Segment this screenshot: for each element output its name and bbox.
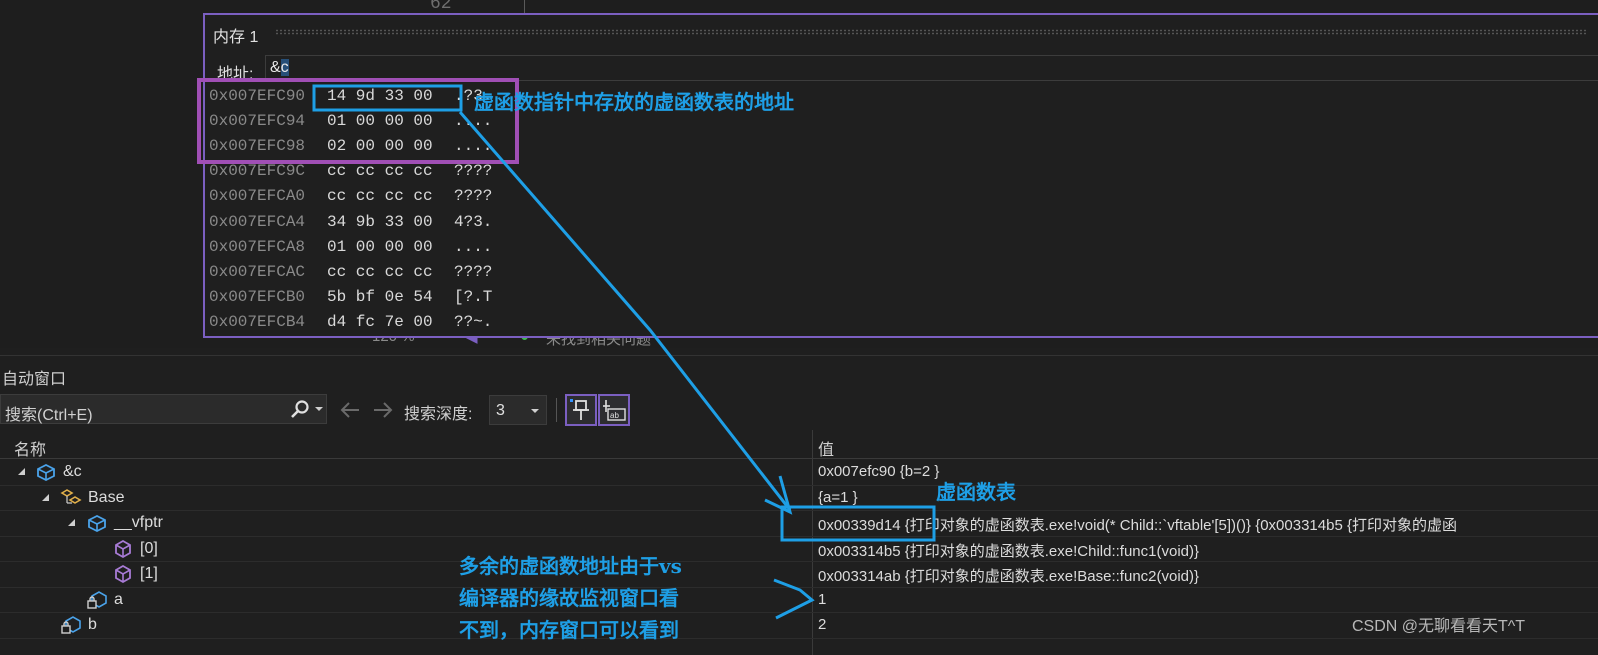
annotation-vtable: 虚函数表 — [936, 480, 1016, 504]
arrow-right-icon[interactable] — [372, 400, 394, 420]
memory-bytes[interactable]: cc cc cc cc — [327, 263, 433, 281]
chevron-down-icon[interactable] — [314, 405, 324, 413]
title-grip[interactable] — [275, 29, 1588, 35]
memory-chars: ???? — [454, 262, 493, 281]
memory-address: 0x007EFC98 — [209, 137, 306, 156]
variable-value[interactable]: 0x003314b5 {打印对象的虚函数表.exe!Child::func1(v… — [818, 540, 1199, 561]
memory-chars: .... — [454, 137, 493, 156]
editor-divider — [524, 0, 525, 14]
hex-icon: ab — [603, 400, 626, 421]
memory-address: 0x007EFCA4 — [209, 212, 306, 231]
grid-header: 名称 值 — [0, 433, 1598, 459]
variable-row-base[interactable]: Base {a=1 } — [0, 486, 1598, 511]
line-number: 62 — [430, 0, 452, 14]
search-input[interactable]: 搜索(Ctrl+E) — [0, 394, 327, 424]
expand-triangle-icon[interactable] — [42, 493, 50, 502]
watermark: CSDN @无聊看看天T^T — [1352, 618, 1526, 635]
address-text: & — [270, 59, 281, 76]
column-header-name[interactable]: 名称 — [14, 436, 46, 460]
variable-row-vfptr[interactable]: __vfptr 0x00339d14 {打印对象的虚函数表.exe!void(*… — [0, 511, 1598, 537]
cube-icon — [115, 564, 131, 584]
search-placeholder: 搜索(Ctrl+E) — [5, 407, 93, 424]
variable-value[interactable]: 1 — [818, 591, 826, 608]
variable-row-index-1[interactable]: [1] 0x003314ab {打印对象的虚函数表.exe!Base::func… — [0, 562, 1598, 588]
variable-name: b — [88, 616, 97, 633]
column-header-value[interactable]: 值 — [818, 436, 834, 460]
variable-name: a — [114, 590, 123, 608]
memory-window-title: 内存 1 — [213, 29, 259, 46]
pin-button[interactable] — [565, 394, 597, 426]
variable-row-c[interactable]: &c 0x007efc90 {b=2 } — [0, 460, 1598, 486]
memory-bytes[interactable]: d4 fc 7e 00 — [327, 313, 433, 331]
memory-address: 0x007EFC90 — [209, 87, 306, 105]
memory-bytes[interactable]: 5b bf 0e 54 — [327, 288, 433, 306]
variable-row-a[interactable]: a 1 — [0, 588, 1598, 613]
svg-text:ab: ab — [610, 411, 619, 420]
expand-triangle-icon[interactable] — [68, 519, 76, 527]
arrow-left-icon[interactable] — [339, 400, 361, 420]
memory-bytes[interactable]: cc cc cc cc — [327, 162, 433, 180]
memory-bytes[interactable]: 01 00 00 00 — [327, 112, 433, 130]
memory-bytes[interactable]: 34 9b 33 00 — [327, 213, 433, 231]
object-icon — [37, 463, 55, 482]
variable-name: [0] — [140, 539, 158, 557]
memory-address: 0x007EFC9C — [209, 162, 306, 181]
memory-address: 0x007EFCA8 — [209, 237, 306, 256]
cube-icon — [115, 539, 131, 558]
memory-chars: ???? — [454, 162, 493, 181]
auto-window: 自动窗口 搜索(Ctrl+E) 搜索深度: 3 ab 名称 值 &c 0x007… — [0, 355, 1598, 655]
annotation-vtable-address: 虚函数指针中存放的虚函数表的地址 — [474, 90, 794, 114]
expand-triangle-icon[interactable] — [18, 468, 26, 476]
memory-address: 0x007EFCB0 — [209, 287, 306, 306]
memory-bytes[interactable]: cc cc cc cc — [327, 187, 433, 205]
memory-address: 0x007EFC94 — [209, 112, 306, 131]
auto-window-title: 自动窗口 — [2, 371, 67, 388]
address-selection: c — [280, 59, 289, 76]
memory-bytes[interactable]: 01 00 00 00 — [327, 238, 433, 256]
address-input[interactable]: &c — [265, 55, 1598, 81]
search-depth-label: 搜索深度: — [404, 406, 473, 423]
search-icon[interactable] — [287, 398, 313, 420]
pin-icon — [570, 399, 589, 420]
object-icon — [88, 514, 106, 533]
memory-chars: 4?3. — [454, 212, 493, 231]
protected-field-icon — [87, 590, 107, 609]
memory-chars: ??~. — [454, 312, 493, 331]
variable-row-index-0[interactable]: [0] 0x003314b5 {打印对象的虚函数表.exe!Child::fun… — [0, 537, 1598, 562]
variable-value[interactable]: 0x003314ab {打印对象的虚函数表.exe!Base::func2(vo… — [818, 565, 1199, 586]
variable-name: __vfptr — [114, 514, 163, 531]
memory-title-bar[interactable]: 内存 1 — [205, 15, 1598, 49]
memory-address: 0x007EFCA0 — [209, 187, 306, 206]
memory-chars: .... — [454, 237, 493, 256]
memory-bytes[interactable]: 02 00 00 00 — [327, 137, 433, 155]
variable-value[interactable]: {a=1 } — [818, 489, 858, 506]
protected-field-icon — [61, 616, 81, 634]
base-class-icon — [60, 488, 82, 504]
search-depth-select[interactable]: 3 — [489, 395, 547, 425]
memory-address: 0x007EFCB4 — [209, 312, 306, 331]
search-depth-value: 3 — [496, 402, 505, 419]
variable-value[interactable]: 2 — [818, 616, 826, 633]
memory-chars: [?.T — [454, 287, 493, 306]
variable-name: Base — [88, 488, 125, 506]
hex-display-button[interactable]: ab — [598, 394, 630, 426]
address-label: 地址: — [217, 66, 254, 83]
toolbar-divider — [556, 398, 557, 422]
memory-chars: ???? — [454, 187, 493, 206]
variable-value[interactable]: 0x00339d14 {打印对象的虚函数表.exe!void(* Child::… — [818, 514, 1457, 535]
memory-window: 内存 1 地址: &c 0x007EFC90 14 9d 33 00 .?3. 0x0… — [203, 13, 1598, 338]
annotation-note-line1: 多余的虚函数地址由于vs — [459, 554, 682, 578]
memory-bytes[interactable]: 14 9d 33 00 — [327, 87, 433, 105]
annotation-note-line3: 不到，内存窗口可以看到 — [459, 618, 679, 642]
chevron-down-icon[interactable] — [530, 407, 540, 415]
memory-address: 0x007EFCAC — [209, 262, 306, 281]
variable-name: &c — [63, 463, 82, 480]
variable-value[interactable]: 0x007efc90 {b=2 } — [818, 463, 939, 480]
annotation-note-line2: 编译器的缘故监视窗口看 — [459, 586, 679, 610]
variable-name: [1] — [140, 565, 158, 582]
